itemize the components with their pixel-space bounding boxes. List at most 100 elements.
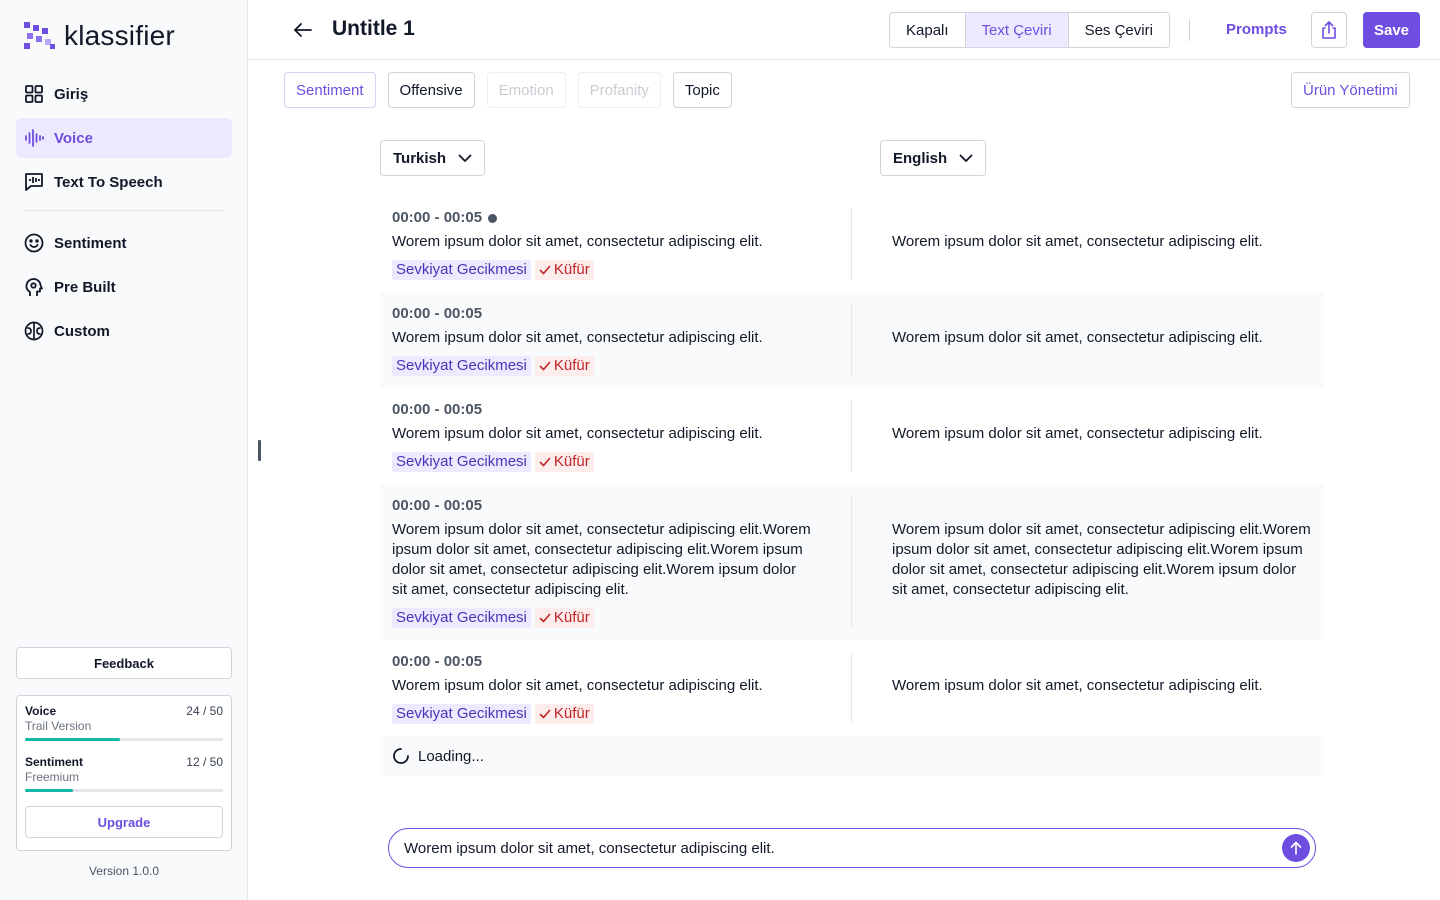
target-segment: Worem ipsum dolor sit amet, consectetur … [852,304,1324,376]
topic-tag[interactable]: Sevkiyat Gecikmesi [392,608,531,628]
segment-tags: Sevkiyat Gecikmesi Küfür [392,356,811,376]
profanity-tag[interactable]: Küfür [534,704,594,724]
target-text: Worem ipsum dolor sit amet, consectetur … [892,677,1263,694]
filter-sentiment[interactable]: Sentiment [284,72,376,108]
profanity-tag-label: Küfür [553,261,590,278]
page-title[interactable]: Untitle 1 [332,17,415,41]
transcript-row[interactable]: 00:00 - 00:05 Worem ipsum dolor sit amet… [380,640,1324,736]
smile-icon [24,233,44,253]
sidebar-item-label: Sentiment [54,234,127,252]
sidebar-item-voice[interactable]: Voice [16,118,232,158]
segment-tags: Sevkiyat Gecikmesi Küfür [392,260,811,280]
back-arrow-icon[interactable] [292,19,314,41]
translation-mode-toggle: Kapalı Text Çeviri Ses Çeviri [889,12,1170,48]
sidebar-item-sentiment[interactable]: Sentiment [16,223,232,263]
filter-offensive[interactable]: Offensive [387,72,475,108]
profanity-tag-label: Küfür [553,453,590,470]
check-icon [539,709,551,719]
brain-icon [24,321,44,341]
send-button[interactable] [1282,834,1310,862]
filter-topic[interactable]: Topic [672,72,732,108]
target-text: Worem ipsum dolor sit amet, consectetur … [892,425,1263,442]
transcript-row[interactable]: 00:00 - 00:05 Worem ipsum dolor sit amet… [380,292,1324,388]
speech-bubble-icon [24,172,44,192]
sidebar-item-pre-built[interactable]: Pre Built [16,267,232,307]
profanity-tag[interactable]: Küfür [534,608,594,628]
usage-sentiment-plan: Freemium [25,770,80,784]
logo-text: klassifier [64,20,175,51]
mode-kapali[interactable]: Kapalı [890,13,965,47]
target-segment: Worem ipsum dolor sit amet, consectetur … [852,496,1324,628]
mode-ses-ceviri[interactable]: Ses Çeviri [1067,13,1169,47]
target-text: Worem ipsum dolor sit amet, consectetur … [892,233,1263,250]
sidebar-item-giris[interactable]: Giriş [16,74,232,114]
loading-row: Loading... [380,736,1324,776]
source-text: Worem ipsum dolor sit amet, consectetur … [392,329,763,346]
usage-sentiment-count: 12 / 50 [186,755,223,769]
usage-voice-fill [25,738,121,741]
segment-time: 00:00 - 00:05 [392,305,483,322]
target-language-label: English [893,149,948,167]
target-segment: Worem ipsum dolor sit amet, consectetur … [852,208,1324,280]
check-icon [539,361,551,371]
profanity-tag-label: Küfür [553,609,590,626]
filter-profanity: Profanity [577,72,661,108]
share-button[interactable] [1311,12,1347,48]
source-segment: 00:00 - 00:05 Worem ipsum dolor sit amet… [380,304,852,376]
sidebar-nav: Giriş Voice Text To Speech Sentiment Pre… [16,74,232,355]
check-icon [539,457,551,467]
profanity-tag[interactable]: Küfür [534,452,594,472]
target-segment: Worem ipsum dolor sit amet, consectetur … [852,400,1324,472]
segment-time: 00:00 - 00:05 [392,653,483,670]
sidebar-item-label: Giriş [54,85,89,103]
upgrade-button[interactable]: Upgrade [25,806,223,838]
segment-tags: Sevkiyat Gecikmesi Küfür [392,452,811,472]
transcript-row[interactable]: 00:00 - 00:05 Worem ipsum dolor sit amet… [380,388,1324,484]
source-segment: 00:00 - 00:05 Worem ipsum dolor sit amet… [380,496,852,628]
target-language-select[interactable]: English [880,140,987,176]
sidebar-item-text-to-speech[interactable]: Text To Speech [16,162,232,202]
analysis-filters: Sentiment Offensive Emotion Profanity To… [284,72,732,108]
message-composer [388,828,1316,868]
check-icon [539,265,551,275]
feedback-button[interactable]: Feedback [16,647,232,679]
filter-emotion: Emotion [486,72,566,108]
playing-indicator-icon [488,213,498,223]
sidebar-item-label: Custom [54,322,110,340]
transcript-row[interactable]: 00:00 - 00:05 Worem ipsum dolor sit amet… [380,484,1324,640]
header-divider [1189,19,1190,41]
segment-time-text: 00:00 - 00:05 [392,209,483,226]
source-language-select[interactable]: Turkish [380,140,486,176]
logo-icon [24,22,55,49]
head-gear-icon [24,277,44,297]
source-segment: 00:00 - 00:05 Worem ipsum dolor sit amet… [380,208,852,280]
logo[interactable]: klassifier [24,20,175,52]
usage-voice-count: 24 / 50 [186,704,223,718]
source-segment: 00:00 - 00:05 Worem ipsum dolor sit amet… [380,400,852,472]
spinner-icon [393,748,409,764]
save-button[interactable]: Save [1363,12,1420,48]
usage-voice-name: Voice [25,704,57,718]
topic-tag[interactable]: Sevkiyat Gecikmesi [392,704,531,724]
transcript-row[interactable]: 00:00 - 00:05 Worem ipsum dolor sit amet… [380,196,1324,292]
source-language-label: Turkish [393,149,447,167]
profanity-tag[interactable]: Küfür [534,356,594,376]
topic-tag[interactable]: Sevkiyat Gecikmesi [392,260,531,280]
arrow-up-icon [1290,841,1302,855]
sidebar-item-label: Pre Built [54,278,116,296]
resize-handle[interactable] [258,440,261,461]
prompts-button[interactable]: Prompts [1226,21,1287,38]
topic-tag[interactable]: Sevkiyat Gecikmesi [392,452,531,472]
usage-voice-plan: Trail Version [25,719,92,733]
target-text: Worem ipsum dolor sit amet, consectetur … [892,329,1263,346]
segment-time: 00:00 - 00:05 [392,401,483,418]
usage-sentiment-fill [25,789,73,792]
share-icon [1322,21,1336,39]
profanity-tag[interactable]: Küfür [534,260,594,280]
mode-text-ceviri[interactable]: Text Çeviri [964,13,1068,47]
message-input[interactable] [404,839,1264,857]
topic-tag[interactable]: Sevkiyat Gecikmesi [392,356,531,376]
check-icon [539,613,551,623]
sidebar-item-custom[interactable]: Custom [16,311,232,351]
product-management-button[interactable]: Ürün Yönetimi [1291,72,1410,108]
